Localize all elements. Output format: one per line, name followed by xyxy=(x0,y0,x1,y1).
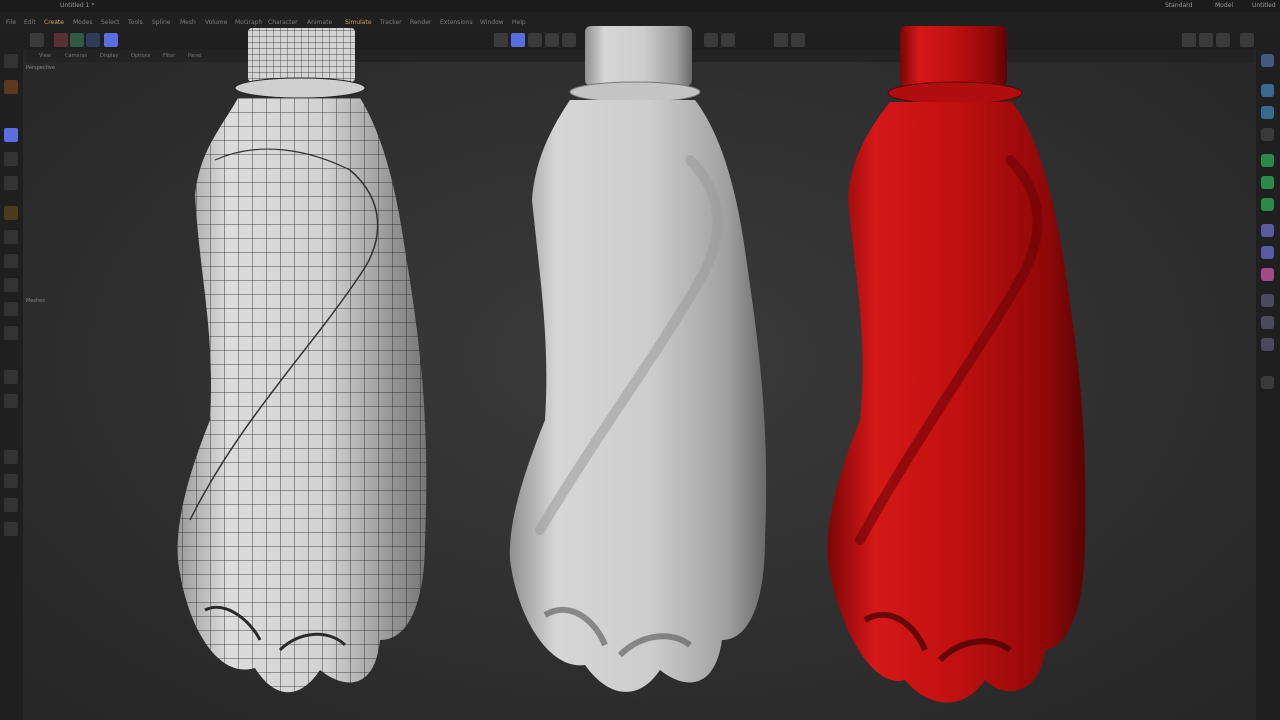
wire-ring xyxy=(234,77,366,99)
bottle-scene xyxy=(177,26,1086,703)
wire-mesh xyxy=(177,98,427,693)
red-bottle[interactable] xyxy=(827,26,1086,703)
red-cap xyxy=(900,26,1007,86)
white-body xyxy=(509,100,767,692)
wire-cap-grid xyxy=(248,28,355,82)
red-body xyxy=(827,102,1086,703)
white-ring xyxy=(569,81,701,103)
red-ring xyxy=(887,81,1023,105)
white-bottle[interactable] xyxy=(509,26,767,692)
white-cap xyxy=(585,26,692,86)
wireframe-bottle[interactable] xyxy=(177,28,427,693)
